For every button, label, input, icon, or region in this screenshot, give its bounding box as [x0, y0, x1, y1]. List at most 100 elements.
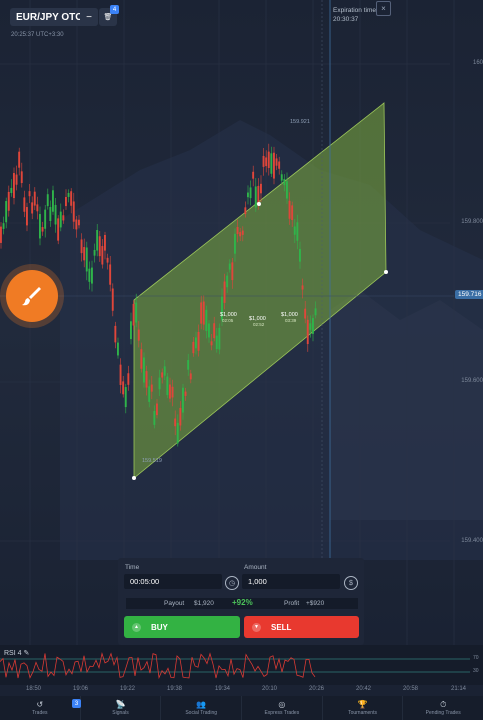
dollar-icon[interactable]: $ [344, 576, 358, 590]
candle [309, 323, 312, 330]
nav-tournaments[interactable]: 🏆 Tournaments [323, 696, 404, 720]
target-icon: ◎ [278, 700, 286, 709]
candle [10, 187, 13, 194]
drawing-tool-button[interactable] [6, 270, 58, 322]
candle [96, 230, 99, 251]
candle [278, 161, 281, 169]
candle [124, 387, 127, 408]
nav-pending-trades[interactable]: ⏱ Pending Trades [403, 696, 483, 720]
candle [80, 239, 83, 254]
expiration-time: 20:30:37 [333, 16, 359, 23]
candle [98, 236, 101, 257]
candle [239, 232, 242, 237]
time-tick: 19:06 [73, 686, 89, 692]
candle [44, 209, 47, 229]
clock-icon[interactable]: ◷ [225, 576, 239, 590]
candle [36, 204, 39, 212]
candle [52, 190, 54, 212]
candle [184, 391, 187, 396]
time-tick: 20:58 [403, 686, 419, 692]
candle [137, 329, 140, 341]
candle [143, 357, 145, 383]
candle [280, 174, 283, 181]
time-tick: 20:26 [309, 686, 325, 692]
candle [236, 227, 239, 234]
close-icon[interactable]: × [376, 1, 391, 16]
trophy-icon: 🏆 [357, 700, 368, 709]
price-chart[interactable]: $1,000 02:05 $1,000 02:52 $1,000 03:39 1… [0, 0, 483, 645]
rsi-level-high: 70 [473, 655, 479, 661]
nav-social-trading[interactable]: 👥 Social Trading [161, 696, 243, 720]
minus-button[interactable]: − [80, 8, 98, 26]
time-field[interactable]: 00:05:00 [124, 574, 222, 589]
buy-button[interactable]: ▲ BUY [124, 616, 240, 638]
candle [109, 264, 112, 285]
sell-label: SELL [271, 622, 292, 632]
candle [304, 308, 307, 319]
candle [293, 226, 296, 235]
trade-time: 02:52 [253, 322, 265, 327]
rsi-panel: RSI 4 ✎ 70 30 [0, 645, 483, 685]
amount-label: Amount [244, 564, 267, 571]
candle [46, 194, 49, 207]
price-tick: 159.400 [461, 538, 483, 544]
sell-button[interactable]: ▼ SELL [244, 616, 359, 638]
time-tick: 21:14 [451, 686, 467, 692]
candle [150, 384, 153, 392]
candle [49, 207, 52, 222]
candle [283, 179, 286, 186]
candle [252, 171, 255, 179]
candle [28, 191, 31, 197]
nav-signals[interactable]: 📡 Signals [81, 696, 162, 720]
candle [286, 181, 288, 199]
candle [91, 267, 93, 284]
candle [85, 247, 88, 272]
candle [197, 331, 200, 351]
brush-icon [22, 287, 41, 306]
candle [153, 410, 156, 425]
candle [122, 381, 125, 395]
nav-trades[interactable]: ↺ Trades 3 [0, 696, 81, 720]
candle [299, 248, 301, 262]
rsi-level-low: 30 [473, 668, 479, 674]
candle [39, 214, 41, 239]
candle [223, 281, 226, 303]
asset-name: EUR/JPY OTC [16, 11, 83, 23]
expiration-info: Expiration time 20:30:37 [333, 6, 376, 24]
time-tick: 19:22 [120, 686, 136, 692]
payout-percent: +92% [232, 598, 253, 607]
candle [202, 301, 205, 325]
profit-label: Profit [284, 600, 300, 607]
nav-express-trades[interactable]: ◎ Express Trades [242, 696, 323, 720]
candle [226, 275, 229, 288]
trade-panel: Time 00:05:00 ◷ Amount 1,000 $ Payout $1… [118, 558, 364, 645]
trades-badge: 3 [72, 699, 81, 708]
candle [156, 403, 158, 416]
candle [200, 302, 203, 324]
candle [174, 418, 177, 427]
candle [65, 197, 67, 207]
candle [5, 201, 8, 223]
trade-time: 02:05 [222, 318, 234, 323]
candle [195, 337, 197, 349]
candle [260, 183, 262, 194]
amount-field[interactable]: 1,000 [242, 574, 340, 589]
candle [148, 386, 151, 402]
candle [215, 335, 218, 350]
bottom-nav: ↺ Trades 3 📡 Signals 👥 Social Trading ◎ … [0, 696, 483, 720]
arrow-up-icon: ▲ [132, 622, 141, 632]
server-clock: 20:25:37 UTC+3:30 [11, 32, 64, 38]
candle [312, 318, 314, 334]
candle [265, 157, 268, 167]
candle [288, 200, 291, 219]
candle [161, 372, 164, 378]
candle [210, 341, 213, 346]
candle [59, 211, 62, 228]
profit-value: +$920 [306, 600, 325, 607]
payout-label: Payout [164, 600, 185, 607]
candle [218, 327, 221, 350]
candle [23, 197, 26, 212]
expiration-label: Expiration time [333, 7, 376, 14]
candle [231, 262, 234, 281]
payout-value: $1,920 [194, 600, 214, 607]
